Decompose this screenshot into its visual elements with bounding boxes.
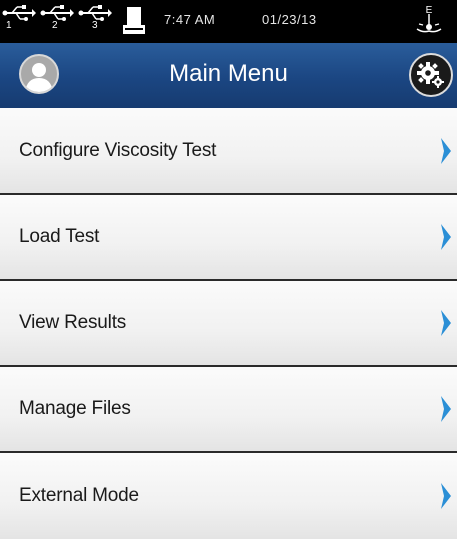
menu-item-label: External Mode: [19, 485, 139, 506]
status-date: 01/23/13: [262, 12, 317, 27]
menu-item-load-test[interactable]: Load Test: [0, 195, 457, 281]
chevron-right-icon: [441, 310, 451, 336]
chevron-right-icon: [441, 396, 451, 422]
menu-item-view-results[interactable]: View Results: [0, 281, 457, 367]
usb-port-number: 3: [92, 20, 98, 31]
menu-item-external-mode[interactable]: External Mode: [0, 453, 457, 539]
menu-item-label: Manage Files: [19, 398, 131, 419]
usb-port-2-icon: 2: [40, 4, 74, 34]
usb-port-1-icon: 1: [2, 4, 36, 34]
level-icon: E: [415, 3, 443, 37]
usb-port-3-icon: 3: [78, 4, 112, 34]
chevron-right-icon: [441, 137, 451, 164]
menu-item-label: View Results: [19, 312, 127, 333]
menu-item-manage-files[interactable]: Manage Files: [0, 367, 457, 453]
usb-port-number: 1: [6, 20, 12, 31]
header-bar: Main Menu: [0, 43, 457, 108]
chevron-right-icon: [441, 483, 451, 509]
menu-item-label: Load Test: [19, 226, 100, 247]
printer-icon: [122, 5, 146, 35]
status-bar: 1 2 3 7:47 AM 01/23/13 E: [0, 0, 457, 43]
page-title: Main Menu: [169, 60, 288, 87]
status-time: 7:47 AM: [164, 12, 216, 27]
main-menu-list: Configure Viscosity Test Load Test View …: [0, 108, 457, 539]
menu-item-configure-viscosity-test[interactable]: Configure Viscosity Test: [0, 108, 457, 195]
settings-gear-icon[interactable]: [408, 52, 454, 98]
menu-item-label: Configure Viscosity Test: [19, 139, 217, 161]
usb-port-number: 2: [52, 20, 58, 31]
chevron-right-icon: [441, 224, 451, 250]
